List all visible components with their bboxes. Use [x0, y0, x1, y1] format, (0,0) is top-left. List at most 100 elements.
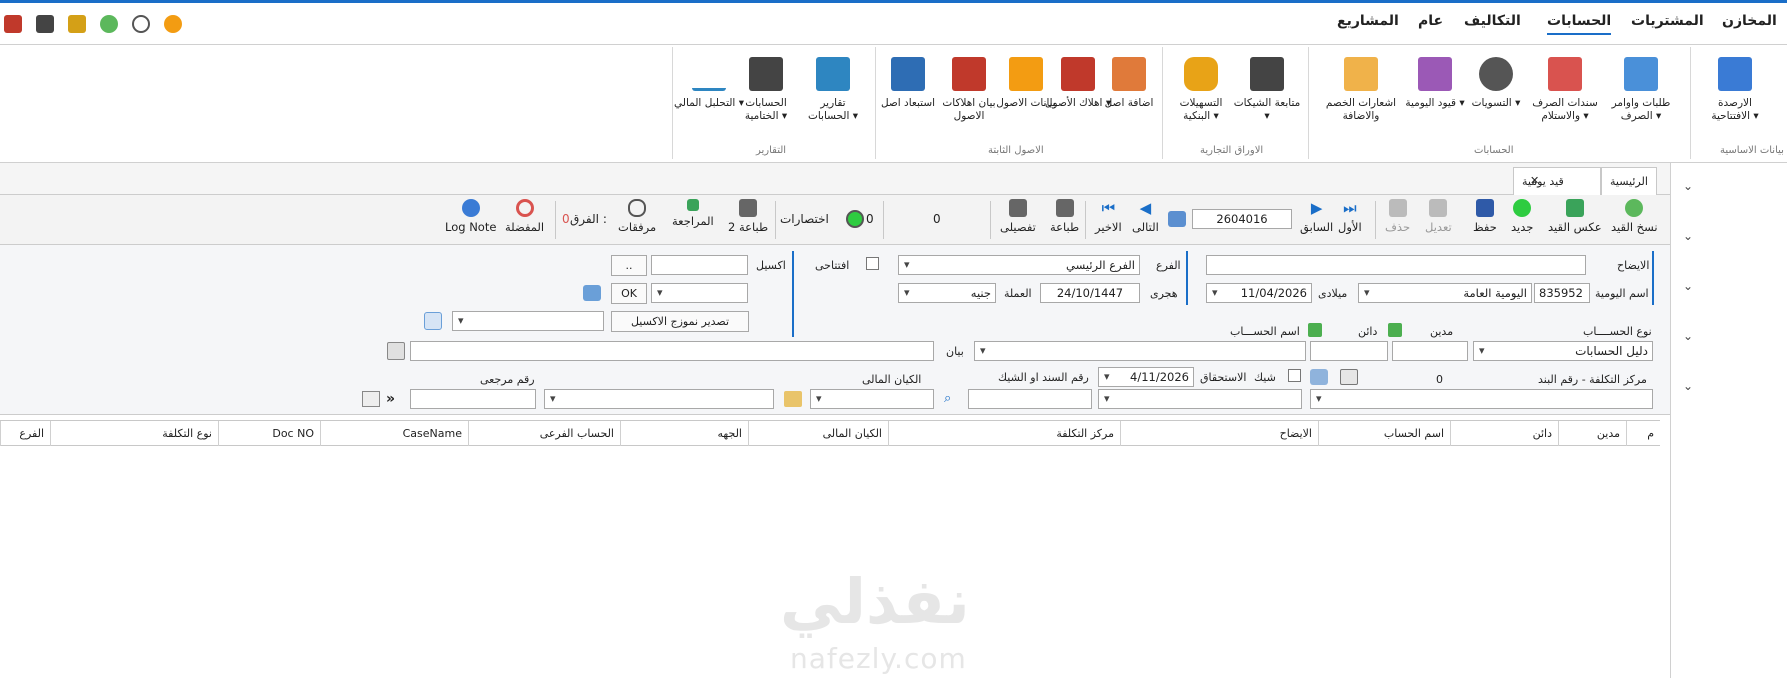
ribbon-notes-button[interactable]: اشعارات الخصم والاضافة [1318, 57, 1404, 123]
party-select[interactable] [544, 389, 774, 409]
last-record-button[interactable]: ⏮ الاخير [1095, 199, 1122, 234]
add-circle-icon[interactable] [100, 15, 118, 33]
statement-input[interactable] [410, 341, 934, 361]
ribbon-payment-orders-button[interactable]: طلبات واوامر الصرف ▾ [1606, 57, 1676, 123]
credit-input[interactable] [1310, 341, 1388, 361]
detailed-print-button[interactable]: تفصيلى [1000, 199, 1036, 234]
first-record-button[interactable]: ⏭ الأول [1338, 199, 1362, 234]
tab-home[interactable]: الرئيسية [1601, 167, 1657, 195]
cost-center-select[interactable] [1310, 389, 1653, 409]
expand-down-icon[interactable]: » [386, 391, 404, 407]
ribbon-dispose-asset-button[interactable]: استبعاد اصل [873, 57, 943, 110]
col-branch[interactable]: الفرع [0, 421, 50, 446]
refresh-sheet-icon[interactable] [583, 285, 601, 301]
reverse-entry-button[interactable]: عكس القيد [1548, 199, 1602, 234]
chevron-down-icon[interactable]: ⌄ [1683, 179, 1697, 193]
col-credit[interactable]: دائن [1450, 421, 1558, 446]
account-type-select[interactable]: دليل الحسابات [1473, 341, 1653, 361]
browse-button[interactable]: .. [611, 255, 647, 276]
menu-projects[interactable]: المشاريع [1337, 13, 1399, 29]
doc-check-no-input[interactable] [968, 389, 1092, 409]
ribbon-journal-entries-button[interactable]: قيود اليومية ▾ [1400, 57, 1470, 110]
search-icon[interactable]: ⌕ [944, 391, 960, 407]
chevron-down-icon[interactable]: ⌄ [1683, 279, 1697, 293]
col-cost-type[interactable]: نوع التكلفة [50, 421, 218, 446]
journal-code-input[interactable]: 835952 [1534, 283, 1590, 303]
opening-checkbox[interactable] [866, 257, 879, 270]
lookup-table-icon[interactable] [387, 342, 405, 360]
record-number-input[interactable]: 2604016 [1192, 209, 1292, 229]
favorites-button[interactable]: المفضلة [505, 199, 544, 234]
excel-sheet-select[interactable] [651, 283, 748, 303]
check-checkbox[interactable] [1288, 369, 1301, 382]
ribbon-account-reports-button[interactable]: تقارير الحسابات ▾ [798, 57, 868, 123]
menu-accounts[interactable]: الحسابات [1547, 13, 1612, 35]
ribbon-checks-followup-button[interactable]: متابعة الشيكات ▾ [1232, 57, 1302, 123]
col-description[interactable]: الايضاح [1120, 421, 1318, 446]
chat-icon[interactable] [164, 15, 182, 33]
previous-record-button[interactable]: ▶ السابق [1300, 199, 1333, 234]
chevron-down-icon[interactable]: ⌄ [1683, 379, 1697, 393]
delete-button[interactable]: حذف [1385, 199, 1410, 234]
close-icon[interactable]: ✕ [1530, 174, 1539, 187]
description-input[interactable] [1206, 255, 1586, 275]
tab-journal-entry[interactable]: قيد يومية ✕ [1513, 167, 1601, 195]
chevron-down-icon[interactable]: ⌄ [1683, 329, 1697, 343]
refresh-cost-icon[interactable] [1310, 369, 1328, 385]
col-financial-entity[interactable]: الكيان المالى [748, 421, 888, 446]
clock-icon[interactable] [132, 15, 150, 33]
menu-stores[interactable]: المخازن [1722, 13, 1777, 29]
sort-az-icon[interactable] [362, 391, 380, 407]
ribbon-financial-analysis-button[interactable]: التحلبل المالي ▾ [674, 57, 744, 110]
ribbon-bank-facilities-button[interactable]: التسهيلات البنكية ▾ [1166, 57, 1236, 123]
ribbon-depreciation-statement-button[interactable]: بيان اهلاكات الاصول [934, 57, 1004, 123]
shortcuts-menu[interactable]: اختصارات [780, 212, 829, 226]
template-select[interactable] [452, 311, 604, 331]
document-lookup-icon[interactable] [1340, 369, 1358, 385]
font-style-icon[interactable] [424, 312, 442, 330]
attachments-button[interactable]: مرفقات [618, 199, 656, 234]
add-entity-icon[interactable] [784, 391, 802, 407]
cost-item-select[interactable] [1098, 389, 1302, 409]
org-chart-icon[interactable] [36, 15, 54, 33]
menu-purchases[interactable]: المشتريات [1631, 13, 1704, 29]
account-lookup-icon[interactable] [1308, 323, 1322, 337]
col-index[interactable]: م [1626, 421, 1660, 446]
save-button[interactable]: حفظ [1473, 199, 1497, 234]
debit-input[interactable] [1392, 341, 1468, 361]
menu-general[interactable]: عام [1418, 13, 1443, 29]
branch-select[interactable]: الفرع الرئيسي [898, 255, 1140, 275]
excel-path-input[interactable] [651, 255, 748, 275]
settings-icon[interactable] [4, 15, 22, 33]
hijri-date-input[interactable]: 24/10/1447 [1040, 283, 1140, 303]
copy-entry-button[interactable]: نسخ القيد [1611, 199, 1658, 234]
ribbon-opening-balances-button[interactable]: الارصدة الافتتاحية ▾ [1700, 57, 1770, 123]
col-party[interactable]: الجهه [620, 421, 748, 446]
financial-entity-select[interactable] [810, 389, 934, 409]
col-doc-no[interactable]: Doc NO [218, 421, 320, 446]
edit-note-icon[interactable] [68, 15, 86, 33]
calendar-search-icon[interactable] [1168, 211, 1186, 227]
export-excel-template-button[interactable]: تصدير نموزج الاكسيل [611, 311, 749, 332]
review-button[interactable]: المراجعة [672, 199, 714, 228]
ribbon-settlements-button[interactable]: التسويات ▾ [1461, 57, 1531, 110]
print-button[interactable]: طباعة [1050, 199, 1079, 234]
print2-button[interactable]: طباعة 2 [728, 199, 768, 234]
col-cost-center[interactable]: مركز التكلفة [888, 421, 1120, 446]
col-debit[interactable]: مدين [1558, 421, 1626, 446]
next-record-button[interactable]: ◀ التالى [1132, 199, 1159, 234]
chevron-down-icon[interactable]: ⌄ [1683, 229, 1697, 243]
menu-costs[interactable]: التكاليف [1464, 13, 1521, 29]
reference-no-input[interactable] [410, 389, 536, 409]
col-case-name[interactable]: CaseName [320, 421, 468, 446]
credit-lookup-icon[interactable] [1388, 323, 1402, 337]
ok-button[interactable]: OK [611, 283, 647, 304]
edit-button[interactable]: تعديل [1425, 199, 1452, 234]
gregorian-date-picker[interactable]: 11/04/2026 [1206, 283, 1312, 303]
currency-select[interactable]: جنيه [898, 283, 996, 303]
new-button[interactable]: جديد [1511, 199, 1533, 234]
col-account-name[interactable]: اسم الحساب [1318, 421, 1450, 446]
due-date-picker[interactable]: 4/11/2026 [1098, 367, 1194, 387]
journal-name-select[interactable]: اليومية العامة [1358, 283, 1532, 303]
col-sub-account[interactable]: الحساب الفرعى [468, 421, 620, 446]
